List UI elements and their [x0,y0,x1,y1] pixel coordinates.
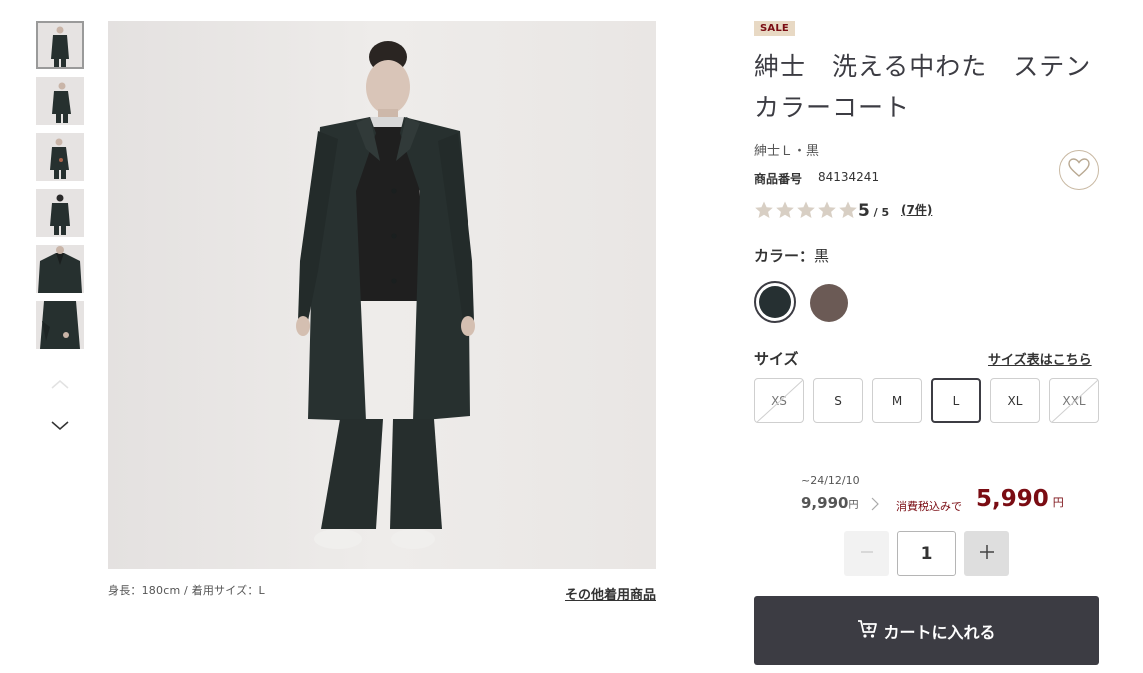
add-to-cart-button[interactable]: カートに入れる [754,596,1099,665]
star-icon [755,201,773,218]
add-to-cart-label: カートに入れる [883,622,996,642]
rating-value: 5 / 5 [858,201,890,221]
cart-plus-icon [857,619,879,643]
size-l-button[interactable]: L [931,378,981,423]
heart-icon [1068,158,1090,182]
tax-included-label: 消費税込みで [896,500,962,513]
thumbnail-1[interactable] [36,21,84,69]
favorite-button[interactable] [1059,150,1099,190]
star-icon [797,201,815,218]
product-main-image [108,21,656,569]
thumbnail-3[interactable] [36,133,84,181]
size-m-button[interactable]: M [872,378,922,423]
rating-stars [754,200,858,220]
chevron-up-icon[interactable] [48,372,72,396]
size-chart-link[interactable]: サイズ表はこちら [988,349,1092,368]
model-info-caption: 身長：180cm / 着用サイズ：L [108,584,265,597]
reviews-link[interactable]: (7件) [901,201,932,218]
thumbnail-2[interactable] [36,77,84,125]
thumbnail-4[interactable] [36,189,84,237]
chevron-down-icon[interactable] [48,414,72,438]
chevron-right-icon [871,496,879,515]
other-worn-items-link[interactable]: その他着用商品 [565,584,656,603]
product-number: 84134241 [818,170,880,184]
color-swatch-brown[interactable] [810,284,848,322]
sale-badge: SALE [754,21,795,36]
star-icon [839,201,857,218]
quantity-increase-button[interactable] [964,531,1009,576]
thumbnail-6[interactable] [36,301,84,349]
original-price: 9,990円 [801,494,859,512]
quantity-decrease-button[interactable] [844,531,889,576]
size-xxl-button[interactable]: XXL [1049,378,1099,423]
quantity-input[interactable]: 1 [897,531,956,576]
size-xs-button[interactable]: XS [754,378,804,423]
sale-price: 5,990 円 [976,486,1064,512]
sale-end-date: ~24/12/10 [801,474,860,487]
minus-icon [860,544,874,563]
size-xl-button[interactable]: XL [990,378,1040,423]
product-title: 紳士 洗える中わた ステンカラーコート [754,52,1092,122]
color-label: カラー：黒 [754,247,830,265]
product-number-label: 商品番号 [754,172,803,186]
star-icon [776,201,794,218]
plus-icon [979,544,995,564]
size-label: サイズ [754,350,799,368]
thumbnail-5[interactable] [36,245,84,293]
size-s-button[interactable]: S [813,378,863,423]
product-variant: 紳士Ｌ・黒 [754,144,820,159]
star-icon [818,201,836,218]
color-swatch-black[interactable] [754,281,796,323]
